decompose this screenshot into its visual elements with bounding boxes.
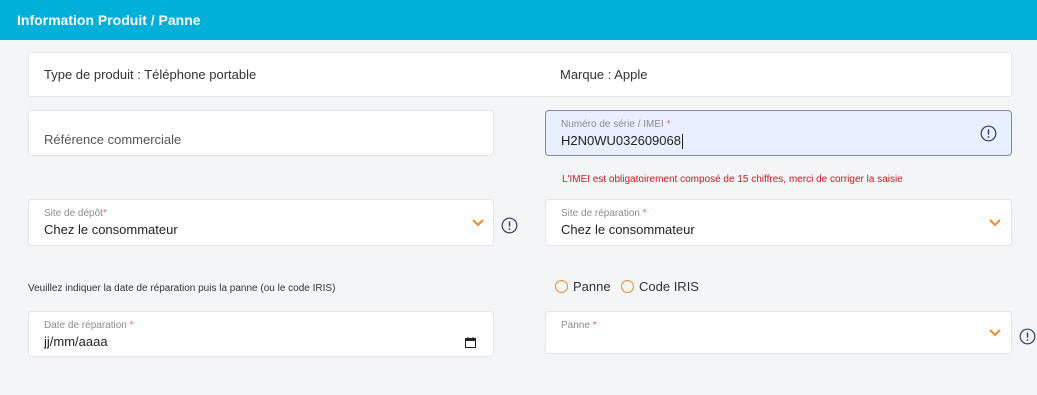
serial-imei-label: Numéro de série / IMEI * [561,119,671,130]
info-icon[interactable] [1019,328,1036,345]
section-header: Information Produit / Panne [0,0,1037,40]
commercial-reference-field[interactable]: Référence commerciale [28,110,494,156]
repair-date-value: jj/mm/aaaa [44,334,108,349]
panne-label: Panne * [561,320,597,331]
calendar-icon[interactable] [465,337,476,348]
radio-panne[interactable]: Panne [555,279,611,294]
radio-code-iris[interactable]: Code IRIS [621,279,699,294]
radio-circle[interactable] [621,280,634,293]
chevron-down-icon[interactable] [988,218,1002,228]
repair-site-value: Chez le consommateur [561,222,695,237]
info-icon[interactable] [501,217,518,234]
repair-instruction-text: Veuillez indiquer la date de réparation … [28,283,336,294]
radio-panne-label: Panne [573,279,611,294]
section-title: Information Produit / Panne [17,12,201,28]
repair-date-label: Date de réparation * [44,320,134,331]
repair-date-field[interactable]: Date de réparation * jj/mm/aaaa [28,311,494,357]
deposit-site-select[interactable]: Site de dépôt* Chez le consommateur [28,199,494,246]
panne-select[interactable]: Panne * [545,311,1012,354]
commercial-reference-placeholder: Référence commerciale [44,132,182,147]
serial-error-message: L'IMEI est obligatoirement composé de 15… [562,174,903,185]
product-info-row: Type de produit : Téléphone portable Mar… [28,52,1012,97]
repair-site-label: Site de réparation * [561,208,647,219]
product-brand-text: Marque : Apple [560,67,648,82]
radio-code-iris-label: Code IRIS [639,279,699,294]
deposit-site-value: Chez le consommateur [44,222,178,237]
deposit-site-label: Site de dépôt* [44,208,107,219]
serial-imei-value: H2N0WU032609068 [561,133,683,150]
chevron-down-icon[interactable] [471,218,485,228]
product-type-text: Type de produit : Téléphone portable [44,67,257,82]
chevron-down-icon[interactable] [988,328,1002,338]
radio-circle[interactable] [555,280,568,293]
serial-imei-field[interactable]: Numéro de série / IMEI * H2N0WU032609068 [545,110,1012,156]
repair-site-select[interactable]: Site de réparation * Chez le consommateu… [545,199,1012,246]
info-icon[interactable] [980,125,997,142]
